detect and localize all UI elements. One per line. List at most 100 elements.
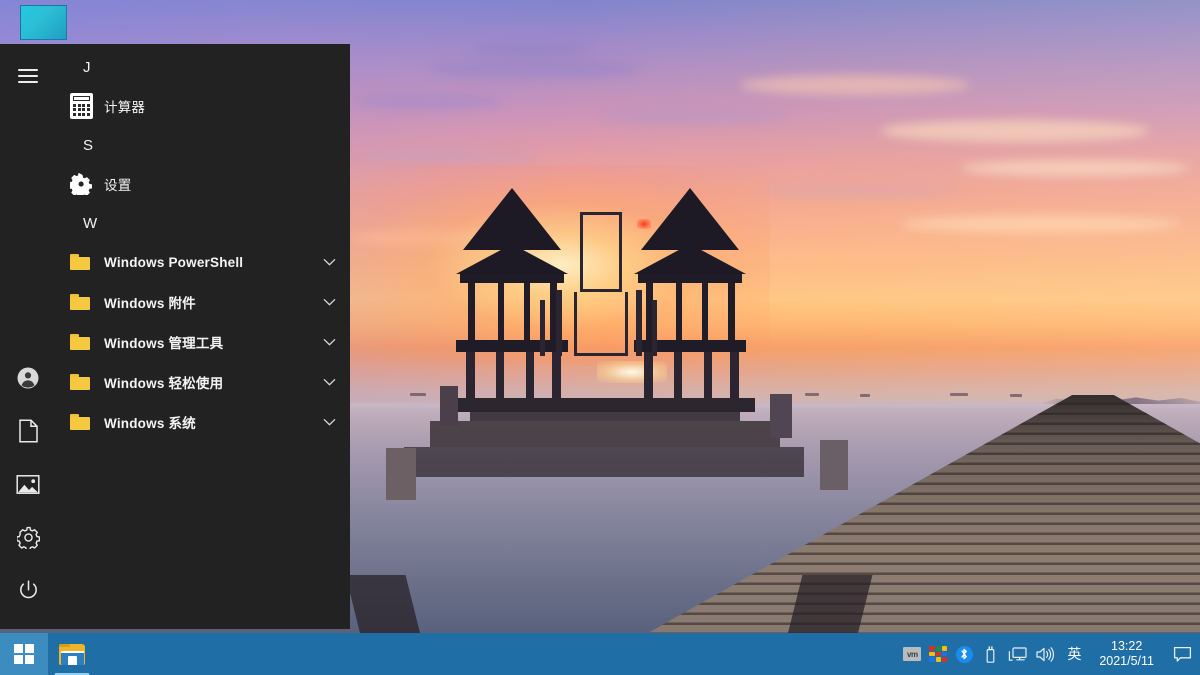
speech-bubble-icon <box>1173 646 1192 663</box>
pavilion-column <box>498 283 504 345</box>
distant-ship <box>410 393 426 396</box>
chevron-down-icon[interactable] <box>322 335 336 349</box>
clock-time: 13:22 <box>1111 639 1142 654</box>
app-item-label: 设置 <box>104 174 131 194</box>
rail-bottom-group[interactable] <box>4 354 52 629</box>
start-button[interactable] <box>0 633 48 675</box>
dots-icon <box>929 646 947 662</box>
pavilion-roof-lower <box>634 244 746 274</box>
pier-post <box>552 352 561 398</box>
calculator-icon <box>70 93 104 119</box>
taskbar-clock[interactable]: 13:22 2021/5/11 <box>1089 633 1164 675</box>
pier-post <box>466 352 475 398</box>
hamburger-menu-button[interactable] <box>4 52 52 100</box>
letter-header-j[interactable]: J <box>56 48 350 86</box>
folder-icon <box>70 374 104 390</box>
clock-date: 2021/5/11 <box>1099 654 1154 669</box>
app-folder-windows-system[interactable]: Windows 系统 <box>56 402 350 442</box>
pier-post <box>704 352 712 398</box>
pier-post-mid <box>556 290 562 356</box>
gear-icon <box>17 526 40 549</box>
tray-item-ime[interactable]: 英 <box>1059 633 1089 675</box>
pavilion-column <box>702 283 708 345</box>
file-explorer-icon <box>59 644 85 665</box>
power-icon <box>17 579 40 602</box>
hamburger-icon <box>18 69 38 83</box>
pier-post <box>644 352 653 398</box>
teal-window-thumbnail[interactable] <box>20 5 67 40</box>
pavilion-roof-lower <box>456 244 568 274</box>
tray-item-volume[interactable] <box>1031 633 1059 675</box>
bluetooth-icon <box>956 646 973 663</box>
distant-ship <box>1010 394 1022 397</box>
cloud-streak <box>900 215 1180 233</box>
app-item-label: Windows 系统 <box>104 412 196 432</box>
sidebar-item-pictures[interactable] <box>4 460 52 508</box>
pavilion-column <box>676 283 682 345</box>
speaker-icon <box>1035 646 1055 663</box>
pier-post-mid <box>540 300 545 356</box>
cloud-streak <box>600 110 790 123</box>
pavilion-roof <box>641 188 739 250</box>
distant-ship <box>805 393 819 396</box>
sidebar-item-documents[interactable] <box>4 407 52 455</box>
sidebar-item-user-account[interactable] <box>4 354 52 402</box>
start-menu[interactable]: J 计算器 S 设置 W Windows Pow <box>0 44 350 629</box>
app-folder-windows-powershell[interactable]: Windows PowerShell <box>56 242 350 282</box>
picture-icon <box>16 474 40 495</box>
pier-piling <box>386 448 416 500</box>
cloud-streak <box>760 185 960 197</box>
pavilion-column <box>524 283 530 345</box>
letter-header-w[interactable]: W <box>56 204 350 242</box>
pier-post <box>526 352 534 398</box>
tray-item-usb-eject[interactable] <box>977 633 1003 675</box>
tray-item-bluetooth[interactable] <box>951 633 977 675</box>
pier-piling <box>770 394 792 438</box>
app-item-settings[interactable]: 设置 <box>56 164 350 204</box>
action-center-button[interactable] <box>1164 633 1200 675</box>
folder-icon <box>70 414 104 430</box>
chevron-down-icon[interactable] <box>322 295 336 309</box>
chevron-down-icon[interactable] <box>322 415 336 429</box>
letter-header-s[interactable]: S <box>56 126 350 164</box>
gear-icon <box>70 173 104 195</box>
pavilion-column <box>728 283 735 345</box>
pier-tower-frame <box>580 212 622 292</box>
pavilion-deck <box>456 340 568 352</box>
chevron-down-icon[interactable] <box>322 375 336 389</box>
windows-logo-icon <box>14 644 34 664</box>
app-item-label: 计算器 <box>104 96 145 116</box>
folder-icon <box>70 254 104 270</box>
cloud-streak <box>355 95 505 109</box>
user-avatar-icon <box>16 366 40 390</box>
tray-item-network[interactable] <box>1003 633 1031 675</box>
taskbar[interactable]: vm <box>0 633 1200 675</box>
pier-post <box>730 352 739 398</box>
pavilion-column <box>468 283 475 345</box>
pavilion-left <box>462 188 562 398</box>
sidebar-item-settings[interactable] <box>4 513 52 561</box>
sidebar-item-power[interactable] <box>4 566 52 614</box>
app-folder-windows-accessories[interactable]: Windows 附件 <box>56 282 350 322</box>
app-list[interactable]: J 计算器 S 设置 W Windows Pow <box>56 44 350 629</box>
distant-ship <box>860 394 870 397</box>
pier-post-mid <box>636 290 642 356</box>
pier-piling <box>440 386 458 426</box>
cloud-streak <box>960 160 1190 176</box>
pavilion-roof <box>463 188 561 250</box>
tray-item-colorful[interactable] <box>925 633 951 675</box>
taskbar-item-file-explorer[interactable] <box>48 633 96 675</box>
cloud-streak <box>430 60 640 78</box>
cloud-streak <box>880 120 1150 142</box>
app-item-label: Windows 附件 <box>104 292 196 312</box>
chevron-down-icon[interactable] <box>322 255 336 269</box>
start-menu-rail[interactable] <box>0 44 56 629</box>
app-folder-windows-ease-of-access[interactable]: Windows 轻松使用 <box>56 362 350 402</box>
system-tray[interactable]: vm <box>899 633 1200 675</box>
app-folder-windows-administrative-tools[interactable]: Windows 管理工具 <box>56 322 350 362</box>
tray-item-vmware[interactable]: vm <box>899 633 925 675</box>
app-item-label: Windows 管理工具 <box>104 332 223 352</box>
app-item-calculator[interactable]: 计算器 <box>56 86 350 126</box>
usb-icon <box>983 645 998 664</box>
pavilion-floor <box>638 274 742 283</box>
